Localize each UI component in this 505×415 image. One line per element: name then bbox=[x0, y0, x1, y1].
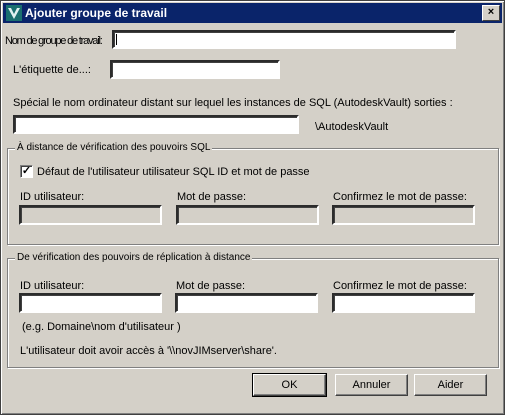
help-button[interactable]: Aider bbox=[414, 374, 487, 396]
close-button[interactable]: × bbox=[482, 5, 500, 21]
remote-computer-input[interactable] bbox=[13, 115, 299, 134]
user-format-hint: (e.g. Domaine\nom d'utilisateur ) bbox=[22, 321, 181, 333]
cancel-button[interactable]: Annuler bbox=[335, 374, 408, 396]
sql-user-id-label: ID utilisateur: bbox=[20, 191, 85, 203]
group-name-label: Nom de groupe de travail: bbox=[5, 35, 103, 47]
dialog-window: Ajouter groupe de travail × Nom de group… bbox=[0, 0, 505, 415]
default-sql-user-label: Défaut de l'utilisateur utilisateur SQL … bbox=[37, 166, 310, 178]
text-caret bbox=[116, 34, 117, 45]
autodesk-vault-icon bbox=[6, 5, 22, 21]
ok-button[interactable]: OK bbox=[252, 373, 327, 397]
repl-confirm-label: Confirmez le mot de passe: bbox=[333, 280, 467, 292]
title-bar[interactable]: Ajouter groupe de travail × bbox=[3, 3, 502, 23]
repl-user-id-label: ID utilisateur: bbox=[20, 280, 85, 292]
repl-password-input[interactable] bbox=[175, 293, 318, 313]
repl-password-label: Mot de passe: bbox=[176, 280, 246, 292]
tag-label: L'étiquette de...: bbox=[13, 64, 91, 76]
sql-group-title: À distance de vérification des pouvoirs … bbox=[15, 142, 213, 154]
replication-group-title: De vérification des pouvoirs de réplicat… bbox=[15, 252, 253, 264]
sql-confirm-input[interactable] bbox=[332, 205, 475, 225]
window-title: Ajouter groupe de travail bbox=[25, 6, 168, 20]
sql-confirm-label: Confirmez le mot de passe: bbox=[333, 191, 467, 203]
tag-input[interactable] bbox=[110, 60, 280, 79]
group-name-input[interactable] bbox=[112, 30, 456, 49]
sql-password-input[interactable] bbox=[176, 205, 319, 225]
remote-computer-description: Spécial le nom ordinateur distant sur le… bbox=[13, 97, 453, 109]
repl-user-id-input[interactable] bbox=[19, 293, 162, 313]
access-note: L'utilisateur doit avoir accès à '\\novJ… bbox=[20, 345, 277, 357]
sql-user-id-input[interactable] bbox=[19, 205, 162, 225]
repl-confirm-input[interactable] bbox=[332, 293, 475, 313]
default-sql-user-checkbox[interactable]: ✓ bbox=[20, 165, 33, 178]
remote-suffix-label: \AutodeskVault bbox=[315, 121, 389, 133]
sql-password-label: Mot de passe: bbox=[177, 191, 247, 203]
